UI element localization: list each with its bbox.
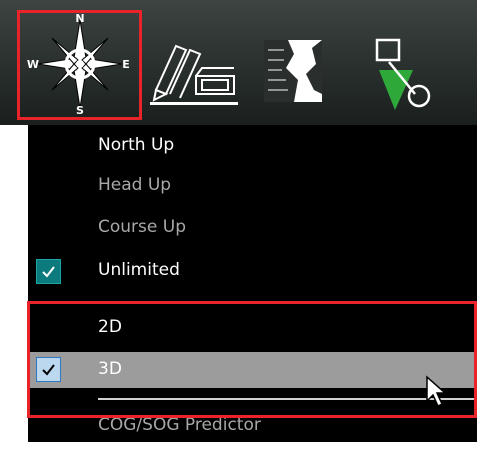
menu-item-label: Head Up bbox=[98, 175, 172, 195]
menu-item-course-up[interactable]: Course Up bbox=[28, 209, 477, 247]
compass-selection-highlight bbox=[17, 10, 142, 120]
menu-item-label: North Up bbox=[98, 135, 175, 155]
menu-item-unlimited[interactable]: Unlimited bbox=[28, 252, 477, 290]
menu-item-label: Unlimited bbox=[98, 260, 180, 280]
menu-item-head-up[interactable]: Head Up bbox=[28, 167, 477, 205]
view-mode-selection-highlight bbox=[27, 301, 477, 418]
chart-map-icon bbox=[264, 40, 322, 102]
mouse-cursor-icon bbox=[426, 375, 447, 408]
menu-item-label: COG/SOG Predictor bbox=[98, 415, 261, 435]
menu-item-north-up[interactable]: North Up bbox=[28, 127, 477, 165]
menu-item-label: Course Up bbox=[98, 217, 186, 237]
route-button[interactable] bbox=[365, 10, 445, 122]
route-icon bbox=[375, 38, 431, 110]
chart-map-button[interactable] bbox=[258, 10, 328, 122]
pencil-layers-icon bbox=[150, 44, 238, 105]
checkmark-icon bbox=[36, 259, 61, 284]
pencil-layers-button[interactable] bbox=[150, 10, 250, 122]
